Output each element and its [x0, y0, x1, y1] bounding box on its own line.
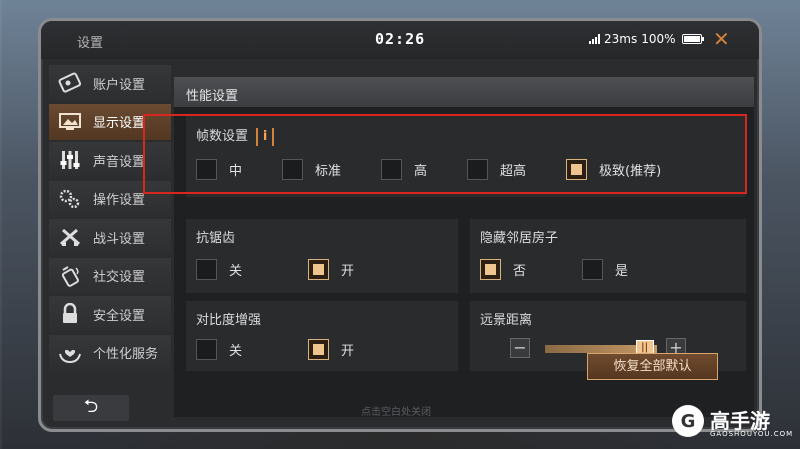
antialias-option-off[interactable]: 关 [196, 259, 242, 280]
status-indicators: 23ms 100% [589, 32, 704, 46]
checkbox-checked[interactable] [480, 259, 501, 280]
sidebar-item-label: 安全设置 [93, 308, 146, 324]
checkbox[interactable] [196, 339, 217, 360]
walkie-talkie-icon [57, 265, 83, 287]
sidebar-item-personalization[interactable]: 个性化服务 [49, 334, 171, 371]
brand-domain: GAOSHOUYOU.COM [710, 430, 794, 438]
sidebar-item-label: 个性化服务 [93, 347, 159, 362]
sidebar-item-label: 社交设置 [93, 270, 146, 285]
checkbox-checked[interactable] [308, 339, 329, 360]
lock-icon [57, 303, 83, 325]
brand-name: 高手游 [710, 409, 770, 433]
account-card-icon [57, 72, 83, 94]
decrease-button[interactable]: − [510, 338, 530, 358]
option-label: 关 [229, 264, 243, 279]
sound-sliders-icon [57, 149, 83, 171]
dialog-title: 设置 [77, 36, 104, 51]
signal-icon [589, 34, 600, 44]
clock-display: 02:26 [375, 30, 426, 48]
hide-houses-title: 隐藏邻居房子 [480, 231, 559, 246]
battery-text: 100% [641, 32, 676, 46]
contrast-option-off[interactable]: 关 [196, 339, 242, 360]
ping-text: 23ms [604, 32, 638, 46]
sidebar-item-label: 战斗设置 [93, 231, 146, 247]
reset-defaults-button[interactable]: 恢复全部默认 [587, 353, 718, 380]
sidebar-item-combat[interactable]: 战斗设置 [49, 219, 171, 255]
view-distance-title: 远景距离 [480, 313, 533, 328]
sidebar-item-account[interactable]: 账户设置 [49, 65, 171, 101]
checkbox-checked[interactable] [308, 259, 329, 280]
antialias-panel: 抗锯齿 关 开 [186, 219, 458, 293]
brand-logo-icon: G [672, 405, 704, 437]
checkbox[interactable] [196, 259, 217, 280]
antialias-title: 抗锯齿 [196, 231, 236, 246]
option-label: 开 [341, 264, 355, 279]
option-label: 开 [341, 344, 355, 359]
close-hint[interactable]: 点击空白处关闭 [361, 403, 431, 418]
close-icon[interactable]: ✕ [713, 27, 730, 51]
gears-icon [57, 188, 83, 210]
top-bar: 设置 02:26 23ms 100% ✕ [41, 21, 759, 59]
hide-houses-panel: 隐藏邻居房子 否 是 [470, 219, 746, 293]
contrast-panel: 对比度增强 关 开 [186, 301, 458, 371]
contrast-title: 对比度增强 [196, 313, 262, 328]
option-label: 是 [615, 264, 629, 279]
sidebar-item-social[interactable]: 社交设置 [49, 257, 171, 294]
sidebar-item-security[interactable]: 安全设置 [49, 296, 171, 332]
section-title: 性能设置 [174, 77, 754, 107]
back-arrow-icon: ⮌ [83, 396, 99, 417]
sidebar-item-label: 显示设置 [93, 116, 146, 131]
hide-houses-option-yes[interactable]: 是 [582, 259, 628, 280]
option-label: 否 [513, 264, 527, 279]
battery-icon [681, 34, 704, 44]
sidebar-item-label: 账户设置 [93, 77, 146, 93]
sidebar-item-label: 操作设置 [93, 193, 146, 208]
fps-highlight-box [143, 114, 747, 194]
antialias-option-on[interactable]: 开 [308, 259, 354, 280]
hands-heart-icon [57, 342, 83, 364]
settings-dialog: 设置 02:26 23ms 100% ✕ 账户设置 显示设置 声音设置 操作设置… [38, 18, 762, 432]
option-label: 关 [229, 344, 243, 359]
crossed-guns-icon [57, 226, 83, 248]
watermark-logo: G 高手游 GAOSHOUYOU.COM [672, 405, 792, 438]
hide-houses-option-no[interactable]: 否 [480, 259, 526, 280]
display-monitor-icon [57, 111, 83, 133]
checkbox[interactable] [582, 259, 603, 280]
contrast-option-on[interactable]: 开 [308, 339, 354, 360]
sidebar-item-label: 声音设置 [93, 154, 146, 170]
back-button[interactable]: ⮌ [53, 395, 129, 421]
settings-sidebar: 账户设置 显示设置 声音设置 操作设置 战斗设置 社交设置 安全设置 个性化服务 [49, 65, 171, 373]
